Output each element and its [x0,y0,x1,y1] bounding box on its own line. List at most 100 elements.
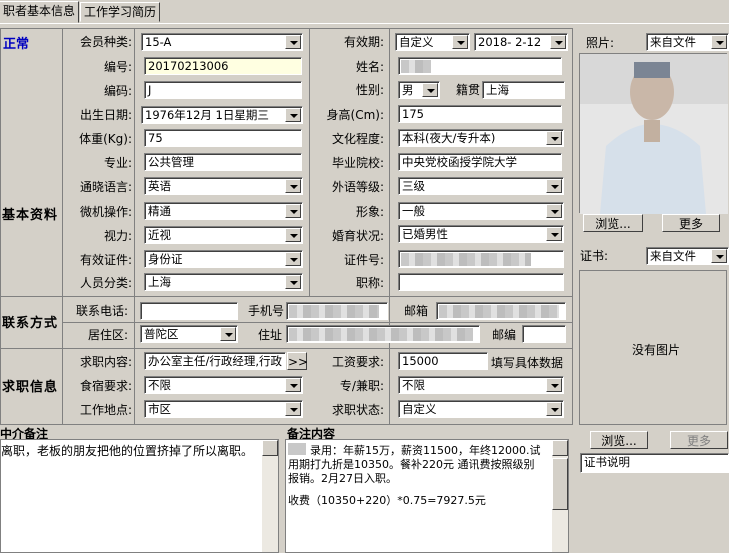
more-job-button[interactable]: >> [287,352,308,370]
chevron-down-icon[interactable] [546,179,562,193]
weight-field[interactable]: 75 [144,129,302,147]
language-select[interactable]: 英语 [144,177,303,195]
validity-date-value: 2018- 2-12 [478,35,542,49]
photo-source-select[interactable]: 来自文件 [646,33,729,51]
job-content-field[interactable]: 办公室主任/行政经理,行政 [144,352,286,370]
tab-basic-info[interactable]: 职者基本信息 [0,1,80,23]
remark-textarea[interactable]: 录用：年薪15万，薪资11500，年终12000.试 用期打九折是10350。餐… [285,439,569,553]
chevron-down-icon[interactable] [220,327,236,341]
location-value: 市区 [148,402,171,416]
chevron-down-icon[interactable] [285,204,301,218]
id-type-select[interactable]: 身份证 [144,250,303,268]
chevron-down-icon[interactable] [285,179,301,193]
location-select[interactable]: 市区 [144,400,303,418]
height-field[interactable]: 175 [398,105,562,123]
scroll-thumb[interactable] [552,458,568,510]
mobile-field[interactable] [286,302,388,320]
chevron-down-icon[interactable] [285,252,301,266]
label-job-content: 求职内容: [79,355,132,369]
birth-value: 1976年12月 1日星期三 [145,108,269,122]
label-address: 住址 [257,328,282,342]
appearance-select[interactable]: 一般 [398,202,564,220]
category-select[interactable]: 上海 [144,273,303,291]
job-status-select[interactable]: 自定义 [398,400,564,418]
cert-description-field[interactable]: 证书说明 [580,453,729,473]
chevron-down-icon[interactable] [711,35,727,49]
label-lodging: 食宿要求: [79,379,132,393]
chevron-down-icon[interactable] [285,378,301,392]
label-appearance: 形象: [355,205,384,219]
label-marital: 婚育状况: [331,229,384,243]
tab-work-history[interactable]: 工作学习简历 [80,2,161,22]
fulltime-select[interactable]: 不限 [398,376,564,394]
vision-select[interactable]: 近视 [144,226,303,244]
chevron-down-icon[interactable] [546,402,562,416]
cert-more-button[interactable]: 更多 [670,431,728,449]
address-redacted [289,328,473,341]
education-select[interactable]: 本科(夜大/专升本) [398,129,564,147]
agent-note-textarea[interactable]: 离职，老板的朋友把他的位置挤掉了所以离职。 [0,439,279,553]
cert-source-select[interactable]: 来自文件 [646,247,729,265]
chevron-down-icon[interactable] [546,131,562,145]
native-field[interactable]: 上海 [482,81,565,99]
chevron-down-icon[interactable] [285,275,301,289]
scroll-up-icon[interactable] [262,440,278,456]
chevron-down-icon[interactable] [285,402,301,416]
birth-date-picker[interactable]: 1976年12月 1日星期三 [141,106,303,124]
title-field[interactable] [398,273,564,291]
remark-redacted [288,443,306,455]
remark-line-4: 收费（10350+220）*0.75=7927.5元 [288,494,486,507]
district-select[interactable]: 普陀区 [140,325,238,343]
number-field[interactable]: 20170213006 [144,57,302,75]
label-district: 居住区: [87,328,128,342]
label-fulltime: 专/兼职: [339,379,384,393]
chevron-down-icon[interactable] [546,227,562,241]
id-no-field[interactable] [398,250,564,268]
id-no-redacted [401,253,531,266]
label-id-no: 证件号: [343,253,384,267]
computer-select[interactable]: 精通 [144,202,303,220]
chevron-down-icon[interactable] [285,35,301,49]
chevron-down-icon[interactable] [546,204,562,218]
label-lang-level: 外语等级: [331,180,384,194]
code-field[interactable]: J [144,81,302,99]
lodging-value: 不限 [148,378,171,392]
member-type-select[interactable]: 15-A [141,33,303,51]
school-field[interactable]: 中央党校函授学院大学 [398,153,562,171]
computer-value: 精通 [148,204,171,218]
major-field[interactable]: 公共管理 [144,153,302,171]
postcode-field[interactable] [522,325,566,343]
photo-more-button[interactable]: 更多 [662,214,720,232]
chevron-down-icon[interactable] [452,35,468,49]
chevron-down-icon[interactable] [285,228,301,242]
status-label: 正常 [3,37,30,52]
validity-date-picker[interactable]: 2018- 2-12 [474,33,568,51]
chevron-down-icon[interactable] [546,378,562,392]
phone-field[interactable] [140,302,238,320]
gender-select[interactable]: 男 [398,81,440,99]
section-contact: 联系方式 [2,316,59,331]
photo-browse-button[interactable]: 浏览... [583,214,643,232]
chevron-down-icon[interactable] [422,83,438,97]
email-field[interactable] [436,302,566,320]
address-field[interactable] [286,325,480,343]
salary-field[interactable]: 15000 [398,352,488,370]
label-code: 编码: [103,84,132,98]
section-basic: 基本资料 [2,208,59,223]
name-field[interactable] [398,57,562,75]
cert-browse-button[interactable]: 浏览... [590,431,648,449]
remark-scrollbar[interactable] [552,440,568,552]
agent-note-scrollbar[interactable] [262,440,278,552]
label-number: 编号: [103,60,132,74]
validity-select[interactable]: 自定义 [395,33,470,51]
lodging-select[interactable]: 不限 [144,376,303,394]
chevron-down-icon[interactable] [550,35,566,49]
marital-select[interactable]: 已婚男性 [398,225,564,243]
label-photo: 照片: [586,36,615,50]
cert-empty-text: 没有图片 [632,343,681,357]
label-education: 文化程度: [331,132,384,146]
lang-level-select[interactable]: 三级 [398,177,564,195]
scroll-up-icon[interactable] [552,440,568,456]
chevron-down-icon[interactable] [711,249,727,263]
chevron-down-icon[interactable] [285,108,301,122]
